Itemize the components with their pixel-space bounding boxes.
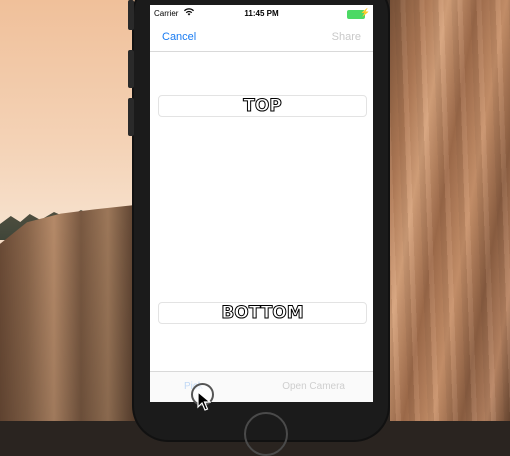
wallpaper-cliff-left [0,205,135,421]
bottom-toolbar: Pick Open Camera [150,371,373,402]
mouse-cursor-icon [197,391,211,411]
share-button[interactable]: Share [332,31,361,43]
open-camera-button[interactable]: Open Camera [282,381,345,392]
status-bar: Carrier 11:45 PM ⚡ [150,5,373,23]
bottom-text-field[interactable]: BOTTOM [158,302,367,324]
device-volume-down [128,98,134,136]
top-text-field[interactable]: TOP [158,95,367,117]
cancel-button[interactable]: Cancel [162,31,196,43]
wallpaper-cliff-right [390,0,510,421]
device-volume-up [128,50,134,88]
app-screen: Carrier 11:45 PM ⚡ Cancel Share TOP BOTT… [150,5,373,402]
status-time: 11:45 PM [244,9,279,18]
device-mute-switch [128,0,134,30]
home-button[interactable] [244,412,288,456]
navigation-bar: Cancel Share [150,24,373,52]
charging-bolt-icon: ⚡ [360,8,370,17]
